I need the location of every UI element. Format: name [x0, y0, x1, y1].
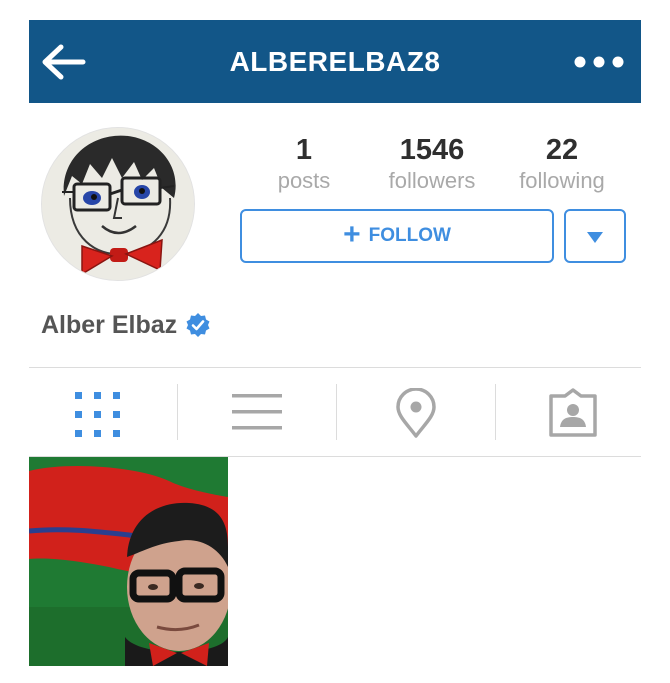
caret-down-icon	[587, 232, 603, 243]
profile-avatar[interactable]	[41, 127, 195, 281]
followers-count: 1546	[399, 134, 465, 166]
location-pin-icon	[396, 388, 436, 438]
post-thumbnail[interactable]	[29, 457, 228, 666]
profile-username-title: ALBERELBAZ8	[229, 46, 441, 77]
followers-stat[interactable]: 1546 followers	[372, 132, 492, 194]
tabs-top-divider	[29, 367, 641, 368]
tab-map[interactable]	[337, 370, 495, 454]
more-horizontal-icon	[574, 56, 624, 68]
plus-icon: +	[343, 217, 361, 251]
followers-label: followers	[388, 168, 476, 193]
list-icon	[232, 394, 282, 430]
profile-full-name: Alber Elbaz	[41, 310, 178, 339]
verified-badge-icon	[186, 313, 210, 337]
tab-grid[interactable]	[29, 370, 177, 454]
tab-tagged[interactable]	[496, 370, 641, 454]
top-navigation-bar: ALBERELBAZ8	[29, 20, 641, 103]
follow-button[interactable]: + FOLLOW	[240, 209, 554, 263]
grid-icon	[75, 392, 120, 437]
following-count: 22	[545, 134, 579, 166]
avatar-drawing	[42, 128, 194, 280]
tab-list[interactable]	[178, 370, 336, 454]
profile-name-row: Alber Elbaz	[41, 308, 211, 342]
photo-thumbnail	[29, 457, 228, 666]
following-label: following	[519, 168, 605, 193]
tagged-photos-icon	[549, 388, 597, 437]
more-options-button[interactable]	[571, 48, 627, 76]
follow-button-label: FOLLOW	[368, 225, 451, 246]
suggestions-dropdown-button[interactable]	[564, 209, 626, 263]
posts-stat[interactable]: 1 posts	[244, 132, 364, 194]
posts-label: posts	[277, 168, 331, 193]
posts-count: 1	[295, 134, 313, 166]
following-stat[interactable]: 22 following	[502, 132, 622, 194]
